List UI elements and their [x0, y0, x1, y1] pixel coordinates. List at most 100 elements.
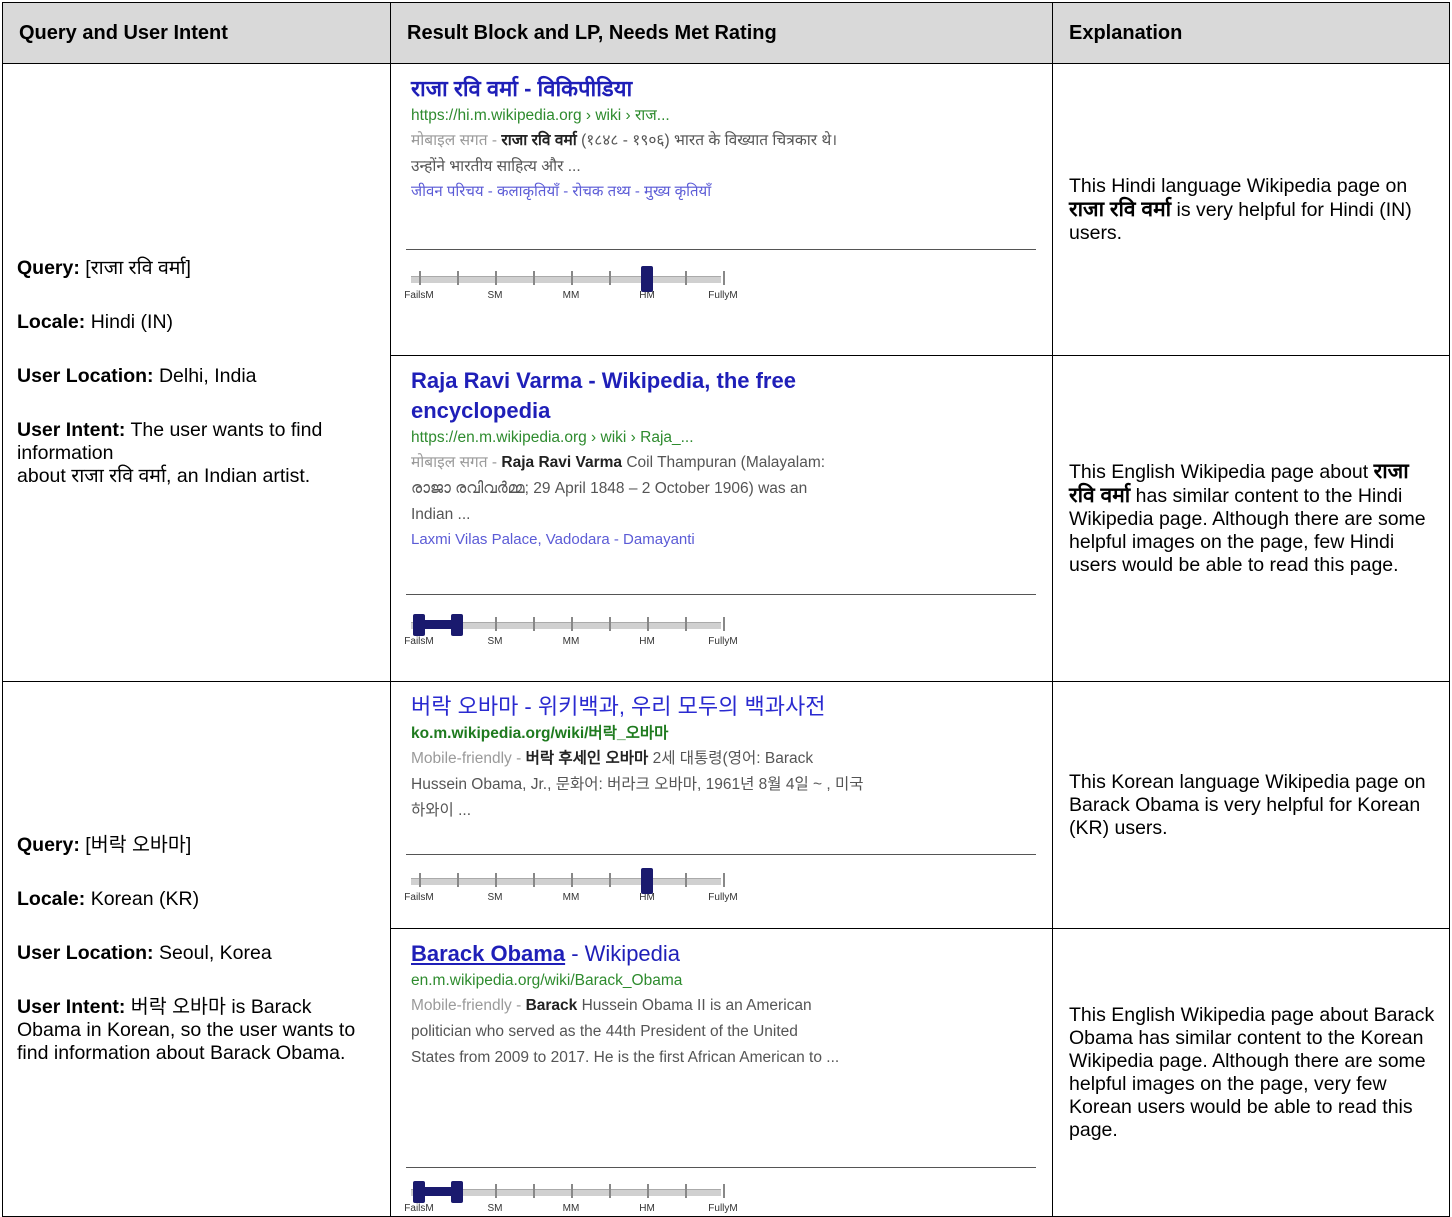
result-sitelinks[interactable]: Laxmi Vilas Palace, Vadodara - Damayanti	[411, 528, 1052, 552]
result-snippet: मोबाइल सगत - Raja Ravi Varma Coil Thampu…	[411, 450, 851, 528]
slider-tick	[419, 873, 421, 887]
slider-tick	[495, 873, 497, 887]
slider-tick	[571, 873, 573, 887]
slider-tick	[723, 617, 725, 631]
intent-cell-hindi: Query: [राजा रवि वर्मा] Locale: Hindi (I…	[2, 63, 391, 682]
location-value: Delhi, India	[158, 365, 257, 387]
explanation-bold: राजा रवि वर्मा	[1069, 197, 1172, 221]
explanation-cell: This English Wikipedia page about Barack…	[1052, 928, 1450, 1217]
query-value: [버락 오바마]	[85, 833, 192, 856]
result-block-english-obama: Barack Obama - Wikipedia en.m.wikipedia.…	[390, 928, 1053, 1217]
slider-label: HM	[639, 636, 655, 647]
explanation-cell: This Hindi language Wikipedia page on रा…	[1052, 63, 1450, 356]
slider-label: SM	[487, 1203, 503, 1214]
divider	[406, 854, 1036, 855]
result-block-korean-wiki: 버락 오바마 - 위키백과, 우리 모두의 백과사전 ko.m.wikipedi…	[390, 681, 1053, 929]
slider-tick	[609, 873, 611, 887]
slider-tick	[685, 873, 687, 887]
slider-label: HM	[639, 1203, 655, 1214]
result-url[interactable]: https://hi.m.wikipedia.org › wiki › राज.…	[411, 104, 1052, 128]
location-label: User Location:	[17, 365, 154, 387]
snippet-bold: 버락 후세인 오바마	[525, 750, 649, 767]
locale-value: Korean (KR)	[90, 887, 200, 910]
header-result-block: Result Block and LP, Needs Met Rating	[390, 2, 1053, 64]
explanation-text: This English Wikipedia page about Barack…	[1069, 1003, 1435, 1141]
slider-tick	[685, 1184, 687, 1198]
slider-tick	[647, 1184, 649, 1198]
slider-tick	[495, 1184, 497, 1198]
needs-met-slider: FailsM SM MM HM FullyM	[404, 610, 771, 650]
result-block-hindi-wiki: राजा रवि वर्मा - विकिपीडिया https://hi.m…	[390, 63, 1053, 356]
slider-tick	[533, 271, 535, 285]
slider-tick	[723, 873, 725, 887]
query-label: Query:	[17, 833, 80, 856]
locale-label: Locale:	[17, 887, 86, 910]
snippet-label: मोबाइल सगत -	[411, 132, 498, 149]
result-title-link[interactable]: Barack Obama	[411, 941, 565, 966]
needs-met-slider: FailsM SM MM HM FullyM	[404, 1177, 771, 1217]
result-title[interactable]: राजा रवि वर्मा - विकिपीडिया	[411, 74, 871, 104]
snippet-bold: Barack	[525, 997, 578, 1014]
slider-tick	[685, 617, 687, 631]
intent-label: User Intent:	[17, 419, 126, 441]
result-title[interactable]: 버락 오바마 - 위키백과, 우리 모두의 백과사전	[411, 692, 971, 722]
divider	[406, 1167, 1036, 1168]
slider-label: FailsM	[404, 1203, 434, 1214]
slider-tick	[647, 617, 649, 631]
slider-label: FullyM	[708, 636, 738, 647]
result-title[interactable]: Barack Obama - Wikipedia	[411, 939, 871, 969]
slider-tick	[533, 1184, 535, 1198]
snippet-label: मोबाइल सगत -	[411, 454, 498, 471]
slider-tick	[571, 271, 573, 285]
table-row: Query: [버락 오바마] Locale: Korean (KR) User…	[2, 681, 1450, 1217]
result-snippet: मोबाइल सगत - राजा रवि वर्मा (१८४८ - १९०६…	[411, 128, 871, 180]
slider-tick	[685, 271, 687, 285]
slider-range	[419, 1187, 457, 1196]
slider-tick	[533, 617, 535, 631]
slider-knob	[641, 868, 653, 894]
slider-tick	[457, 271, 459, 285]
slider-tick	[495, 617, 497, 631]
explanation-text: This English Wikipedia page about	[1069, 461, 1369, 483]
slider-label: FailsM	[404, 636, 434, 647]
explanation-text: This Hindi language Wikipedia page on	[1069, 174, 1408, 197]
slider-label: MM	[562, 892, 580, 903]
slider-label: FailsM	[404, 892, 434, 903]
result-url[interactable]: https://en.m.wikipedia.org › wiki › Raja…	[411, 426, 1052, 450]
result-snippet: Mobile-friendly - 버락 후세인 오바마 2세 대통령(영어: …	[411, 746, 871, 824]
result-sitelinks[interactable]: जीवन परिचय - कलाकृतियाँ - रोचक तथ्य - मु…	[411, 180, 1052, 204]
header-row: Query and User Intent Result Block and L…	[2, 2, 1450, 64]
slider-tick	[723, 271, 725, 285]
result-url[interactable]: ko.m.wikipedia.org/wiki/버락_오바마	[411, 722, 1052, 746]
result-title[interactable]: Raja Ravi Varma - Wikipedia, the free en…	[411, 366, 851, 426]
slider-label: FullyM	[708, 290, 738, 301]
locale-value: Hindi (IN)	[90, 311, 174, 333]
slider-label: FailsM	[404, 290, 434, 301]
divider	[406, 249, 1036, 250]
divider	[406, 594, 1036, 595]
slider-tick	[609, 1184, 611, 1198]
snippet-label: Mobile-friendly -	[411, 750, 522, 767]
slider-label: MM	[562, 1203, 580, 1214]
intent-label: User Intent:	[17, 995, 126, 1018]
query-label: Query:	[17, 257, 80, 279]
location-value: Seoul, Korea	[158, 941, 272, 964]
needs-met-slider: FailsM SM MM HM FullyM	[404, 264, 771, 304]
intent-value-line2: about राजा रवि वर्मा, an Indian artist.	[17, 465, 311, 487]
table-row: Query: [राजा रवि वर्मा] Locale: Hindi (I…	[2, 63, 1450, 682]
locale-label: Locale:	[17, 311, 86, 333]
intent-cell-korean: Query: [버락 오바마] Locale: Korean (KR) User…	[2, 681, 391, 1217]
header-query-intent: Query and User Intent	[2, 2, 391, 64]
slider-label: FullyM	[708, 1203, 738, 1214]
slider-label: MM	[562, 636, 580, 647]
slider-tick	[419, 271, 421, 285]
result-url[interactable]: en.m.wikipedia.org/wiki/Barack_Obama	[411, 969, 1052, 993]
explanation-cell: This English Wikipedia page about राजा र…	[1052, 355, 1450, 682]
slider-knob	[641, 266, 653, 292]
slider-label: SM	[487, 290, 503, 301]
slider-label: SM	[487, 892, 503, 903]
slider-tick	[609, 271, 611, 285]
result-title-suffix: - Wikipedia	[571, 941, 681, 966]
explanation-text: This Korean language Wikipedia page on B…	[1069, 770, 1426, 839]
explanation-cell: This Korean language Wikipedia page on B…	[1052, 681, 1450, 929]
